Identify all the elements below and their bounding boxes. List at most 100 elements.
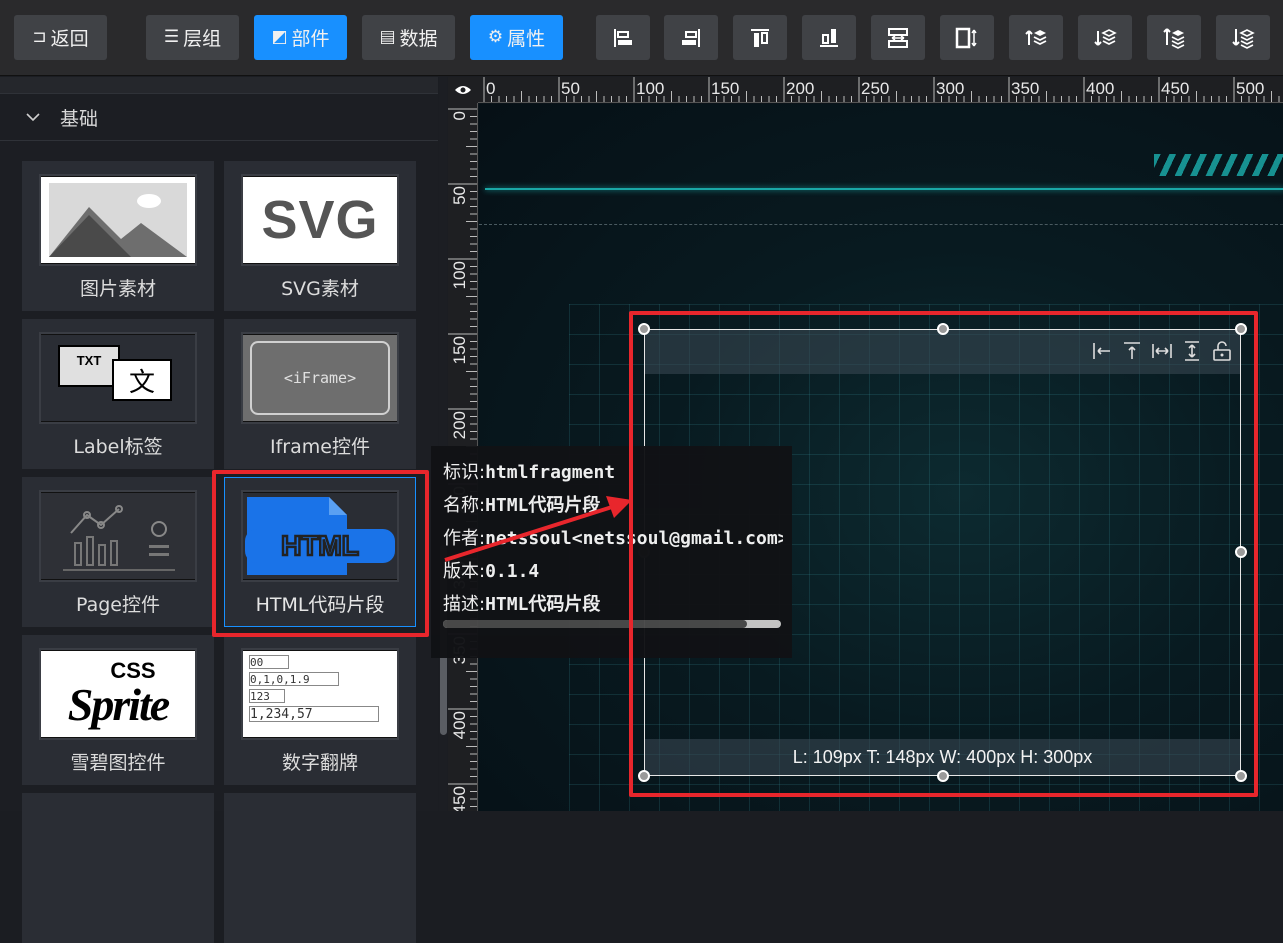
number-flip-icon: 00 0,1,0,1.9 123 1,234,57 (243, 651, 397, 737)
sprite-thumbnail: CSS Sprite (39, 648, 197, 740)
ruler-label: 50 (561, 79, 580, 98)
align-right-icon (682, 28, 700, 47)
align-left-button[interactable] (596, 15, 650, 60)
align-right-button[interactable] (664, 15, 718, 60)
align-bottom-icon (820, 28, 838, 47)
send-to-back-icon (1232, 28, 1255, 49)
align-left-edge-icon[interactable] (1090, 339, 1114, 363)
tooltip-name: HTML代码片段 (485, 495, 601, 516)
component-card-partial[interactable] (22, 793, 214, 943)
distribute-vertical-icon (955, 27, 977, 48)
components-button[interactable]: ◩ 部件 (254, 15, 347, 60)
css-sprite-icon: CSS Sprite (41, 651, 195, 737)
component-label: 数字翻牌 (281, 752, 358, 774)
ruler-label: 400 (1086, 79, 1114, 98)
layers-button[interactable]: ☰ 层组 (146, 15, 239, 60)
component-card-label[interactable]: TXT 文 Label标签 (22, 319, 214, 469)
ruler-label: 150 (711, 79, 739, 98)
tooltip-scroll-thumb[interactable] (443, 620, 748, 628)
page-chart-icon (41, 493, 195, 579)
bring-to-front-button[interactable] (1147, 15, 1201, 60)
tooltip-version: 0.1.4 (485, 561, 540, 582)
fit-height-icon[interactable] (1180, 339, 1204, 363)
distribute-horizontal-button[interactable] (871, 15, 925, 60)
back-button[interactable]: ⊐ 返回 (14, 15, 107, 60)
bring-forward-button[interactable] (1009, 15, 1063, 60)
number-flip-thumbnail: 00 0,1,0,1.9 123 1,234,57 (241, 648, 399, 740)
component-card-partial[interactable] (224, 793, 416, 943)
html-icon: HTML (243, 493, 397, 579)
component-label: HTML代码片段 (255, 594, 385, 616)
component-label: Iframe控件 (270, 436, 370, 458)
ruler-label: 350 (1011, 79, 1039, 98)
resize-handle-sw[interactable] (638, 770, 650, 782)
guide-line (479, 224, 1283, 225)
page-thumbnail (39, 490, 197, 582)
resize-handle-n[interactable] (937, 323, 949, 335)
ruler-label: 150 (450, 336, 469, 364)
component-info-tooltip: 标识:htmlfragment 名称:HTML代码片段 作者:netssoul<… (431, 446, 792, 658)
decorative-line (485, 188, 1283, 190)
component-card-svg[interactable]: SVG SVG素材 (224, 161, 416, 311)
send-backward-button[interactable] (1078, 15, 1132, 60)
align-bottom-button[interactable] (802, 15, 856, 60)
svg-icon: SVG (243, 177, 397, 263)
distribute-vertical-button[interactable] (940, 15, 994, 60)
txt-translate-icon: TXT 文 (41, 335, 195, 421)
component-label: 雪碧图控件 (70, 752, 166, 774)
ruler-label: 450 (1161, 79, 1189, 98)
unlock-icon[interactable] (1210, 339, 1234, 363)
image-icon (41, 177, 195, 263)
ruler-label: 250 (861, 79, 889, 98)
return-icon: ⊐ (32, 27, 47, 47)
component-card-image[interactable]: 图片素材 (22, 161, 214, 311)
iframe-thumbnail: <iFrame> (241, 332, 399, 424)
ruler-label: 0 (450, 111, 469, 120)
properties-button[interactable]: ⚙ 属性 (470, 15, 563, 60)
section-title: 基础 (60, 107, 99, 130)
resize-handle-ne[interactable] (1235, 323, 1247, 335)
eye-icon (455, 86, 471, 94)
ruler-corner[interactable] (448, 77, 478, 103)
component-card-number-flip[interactable]: 00 0,1,0,1.9 123 1,234,57 数字翻牌 (224, 635, 416, 785)
ruler-label: 100 (636, 79, 664, 98)
section-basic-header[interactable]: 基础 (0, 93, 438, 141)
chevron-down-icon (26, 113, 40, 122)
component-label: Label标签 (73, 436, 163, 458)
ruler-label: 100 (450, 261, 469, 289)
tooltip-scrollbar[interactable] (443, 620, 781, 628)
resize-handle-e[interactable] (1235, 546, 1247, 558)
image-thumbnail (39, 174, 197, 266)
ruler-label: 0 (486, 79, 495, 98)
resize-handle-nw[interactable] (638, 323, 650, 335)
resize-handle-s[interactable] (937, 770, 949, 782)
component-label: SVG素材 (281, 278, 359, 300)
component-card-css-sprite[interactable]: CSS Sprite 雪碧图控件 (22, 635, 214, 785)
horizontal-ruler[interactable]: 0 50 100 150 200 250 300 350 400 450 500 (478, 77, 1283, 103)
top-toolbar: ⊐ 返回 ☰ 层组 ◩ 部件 ▤ 数据 ⚙ 属性 (0, 0, 1283, 76)
component-card-html[interactable]: HTML HTML代码片段 (224, 477, 416, 627)
component-label: 图片素材 (79, 278, 156, 300)
chart-icon: ◩ (271, 27, 288, 47)
tooltip-id: htmlfragment (485, 462, 616, 483)
bring-forward-icon (1025, 29, 1047, 45)
component-label: Page控件 (76, 594, 160, 616)
svg-text:HTML: HTML (281, 530, 359, 561)
html-thumbnail: HTML (241, 490, 399, 582)
distribute-horizontal-icon (888, 27, 908, 48)
resize-handle-se[interactable] (1235, 770, 1247, 782)
align-top-edge-icon[interactable] (1120, 339, 1144, 363)
fit-width-icon[interactable] (1150, 339, 1174, 363)
iframe-icon: <iFrame> (243, 335, 397, 421)
list-icon: ☰ (163, 27, 180, 47)
component-card-page[interactable]: Page控件 (22, 477, 214, 627)
send-to-back-button[interactable] (1216, 15, 1270, 60)
ruler-label: 200 (450, 411, 469, 439)
data-button[interactable]: ▤ 数据 (362, 15, 455, 60)
align-top-button[interactable] (733, 15, 787, 60)
component-panel: 基础 图片素材 SVG SVG素材 TXT 文 Label标签 <iFrame>… (0, 77, 438, 943)
send-backward-icon (1094, 28, 1117, 46)
ruler-label: 200 (786, 79, 814, 98)
component-card-iframe[interactable]: <iFrame> Iframe控件 (224, 319, 416, 469)
align-top-icon (751, 28, 769, 47)
